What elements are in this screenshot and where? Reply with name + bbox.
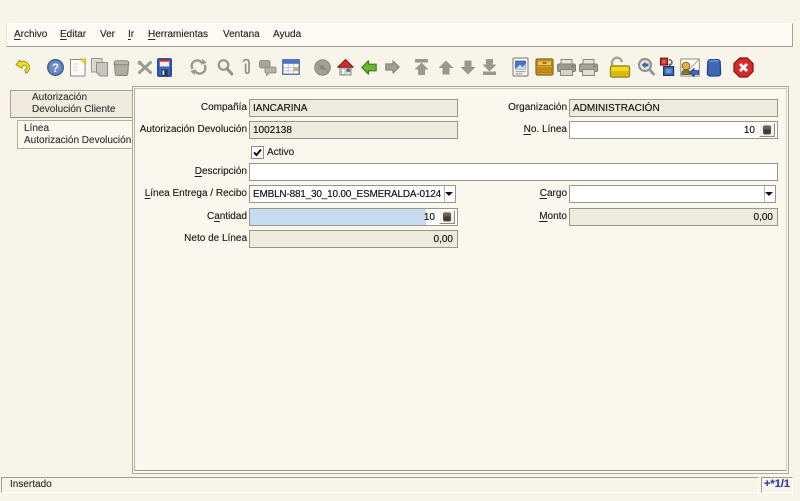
svg-text:?: ?: [51, 63, 58, 75]
